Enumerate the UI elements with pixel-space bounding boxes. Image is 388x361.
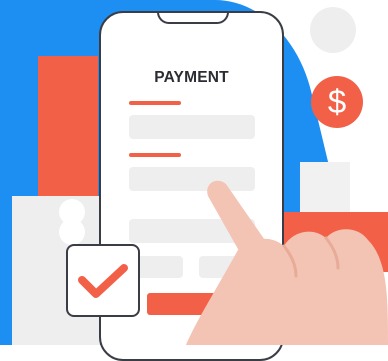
pointing-hand-icon <box>186 180 388 345</box>
hand-palm <box>186 229 388 345</box>
